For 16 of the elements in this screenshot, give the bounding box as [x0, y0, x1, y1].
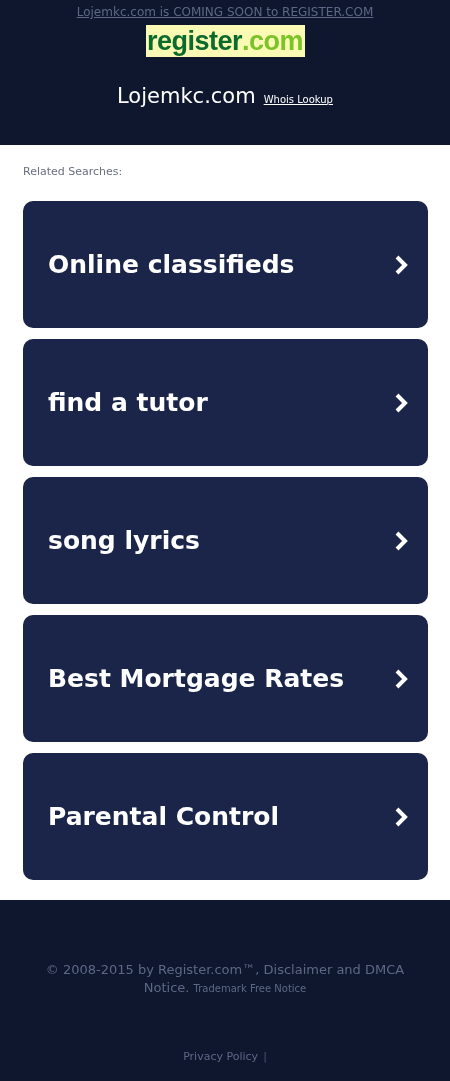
register-logo: register.com	[145, 25, 305, 57]
domain-title: Lojemkc.com	[117, 84, 256, 108]
search-link[interactable]: Parental Control	[23, 753, 428, 880]
search-link[interactable]: Best Mortgage Rates	[23, 615, 428, 742]
search-link[interactable]: song lyrics	[23, 477, 428, 604]
related-heading: Related Searches:	[23, 165, 124, 178]
copyright-text: © 2008-2015 by Register.com™, Disclaimer and DMCA Notice. Trademark Free Notice	[44, 961, 406, 997]
chevron-right-icon	[394, 667, 408, 690]
search-link[interactable]: Online classifieds	[23, 201, 428, 328]
chevron-right-icon	[394, 805, 408, 828]
search-link[interactable]: find a tutor	[23, 339, 428, 466]
chevron-right-icon	[394, 253, 408, 276]
chevron-right-icon	[394, 529, 408, 552]
whois-link[interactable]: Whois Lookup	[263, 94, 333, 105]
chevron-right-icon	[394, 391, 408, 414]
separator-text: |	[263, 1050, 267, 1063]
